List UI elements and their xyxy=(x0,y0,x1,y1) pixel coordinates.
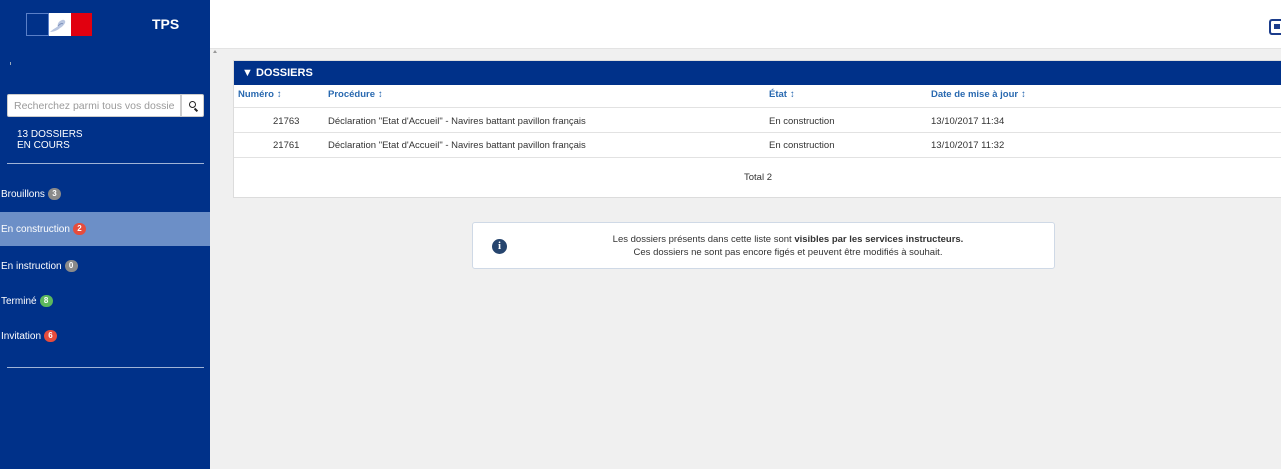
app-title: TPS xyxy=(152,16,180,32)
info-icon: i xyxy=(492,239,507,254)
column-header-label: Date de mise à jour xyxy=(931,89,1019,100)
sort-icon: ↕ xyxy=(1021,89,1026,100)
marianne-icon xyxy=(50,19,66,32)
row-divider xyxy=(234,132,1281,133)
sort-icon: ↕ xyxy=(276,89,282,100)
info-text: Les dossiers présents dans cette liste s… xyxy=(612,234,795,245)
total-count: Total 2 xyxy=(744,172,772,183)
sidebar-item-en-instruction[interactable]: En instruction 0 xyxy=(0,249,210,283)
sort-icon: ↕ xyxy=(378,89,383,100)
sidebar-item-label: En instruction xyxy=(1,260,62,272)
republique-logo xyxy=(26,13,92,36)
column-header-numero[interactable]: Numéro ↕ xyxy=(238,89,282,100)
cell-numero: 21761 xyxy=(273,140,300,151)
column-header-date[interactable]: Date de mise à jour ↕ xyxy=(931,89,1026,100)
count-badge: 0 xyxy=(64,260,78,272)
count-badge: 6 xyxy=(44,330,58,342)
panel-title[interactable]: ▼ DOSSIERS xyxy=(234,61,1281,85)
sidebar-item-invitation[interactable]: Invitation 6 xyxy=(0,319,210,353)
sidebar: 13 DOSSIERS EN COURS Brouillons 3 En con… xyxy=(0,48,210,469)
dossier-count-label: EN COURS xyxy=(17,140,70,151)
cell-procedure: Déclaration "Etat d'Accueil" - Navires b… xyxy=(328,140,586,151)
sort-icon: ↕ xyxy=(789,89,795,100)
sidebar-item-brouillons[interactable]: Brouillons 3 xyxy=(0,177,210,211)
dossier-count: 13 DOSSIERS EN COURS xyxy=(17,129,83,151)
search-button[interactable] xyxy=(181,94,204,117)
cell-numero: 21763 xyxy=(273,116,300,127)
info-line-2: Ces dossiers ne sont pas encore figés et… xyxy=(633,247,943,258)
cell-date: 13/10/2017 11:34 xyxy=(931,116,1005,127)
logout-icon[interactable] xyxy=(1269,19,1281,35)
info-text-bold: visibles par les services instructeurs. xyxy=(794,234,964,245)
info-notice: i Les dossiers présents dans cette liste… xyxy=(472,222,1055,269)
scroll-up-arrow-icon[interactable] xyxy=(213,50,217,53)
cell-procedure: Déclaration "Etat d'Accueil" - Navires b… xyxy=(328,116,586,127)
sidebar-item-en-construction[interactable]: En construction 2 xyxy=(0,212,210,246)
column-header-label: Procédure xyxy=(328,89,375,100)
top-bar: TPS xyxy=(0,0,1281,49)
cell-etat: En construction xyxy=(769,116,835,127)
row-divider xyxy=(234,107,1281,108)
sidebar-item-label: Brouillons xyxy=(1,188,45,200)
sidebar-item-label: En construction xyxy=(1,223,70,235)
logo-area[interactable]: TPS xyxy=(0,0,210,48)
search-form xyxy=(7,94,204,117)
column-header-label: Numéro xyxy=(238,89,274,100)
dossier-count-number: 13 DOSSIERS xyxy=(17,129,83,140)
cell-date: 13/10/2017 11:32 xyxy=(931,140,1005,151)
count-badge: 8 xyxy=(39,295,53,307)
row-divider xyxy=(234,157,1281,158)
search-icon xyxy=(189,101,196,108)
sidebar-item-label: Invitation xyxy=(1,330,42,342)
dossiers-panel: ▼ DOSSIERS Numéro ↕ Procédure ↕ État ↕ Date… xyxy=(233,60,1281,198)
scroll-marker xyxy=(10,62,11,65)
column-header-label: État xyxy=(769,89,787,100)
info-line-1: Les dossiers présents dans cette liste s… xyxy=(533,234,1043,245)
sidebar-divider xyxy=(7,367,204,368)
sidebar-item-label: Terminé xyxy=(1,295,37,307)
count-badge: 3 xyxy=(47,188,61,200)
cell-etat: En construction xyxy=(769,140,835,151)
sidebar-item-termine[interactable]: Terminé 8 xyxy=(0,284,210,318)
count-badge: 2 xyxy=(72,223,86,235)
sidebar-divider xyxy=(7,163,204,164)
column-header-etat[interactable]: État ↕ xyxy=(769,89,795,100)
search-input[interactable] xyxy=(7,94,181,117)
column-header-procedure[interactable]: Procédure ↕ xyxy=(328,89,383,100)
